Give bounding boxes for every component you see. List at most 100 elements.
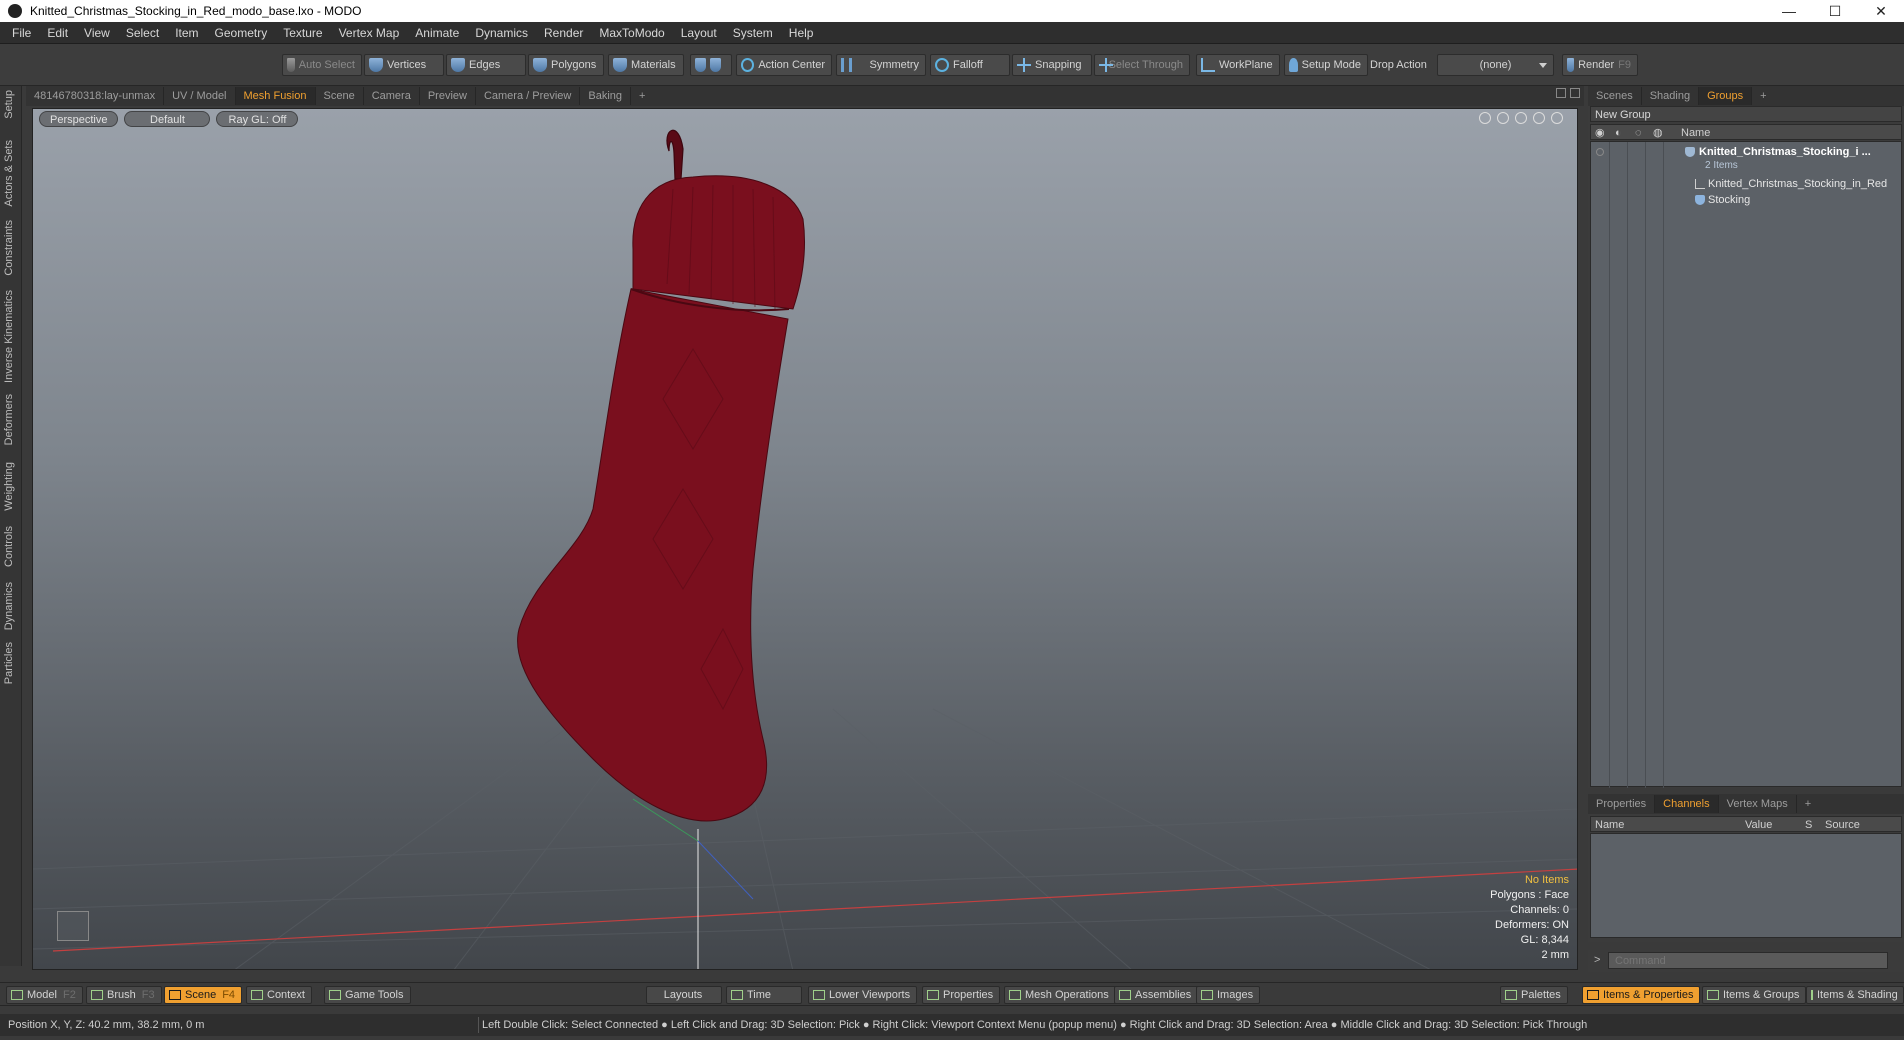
tab-uv-model[interactable]: UV / Model [164,87,236,105]
tab-baking[interactable]: Baking [580,87,632,105]
menu-file[interactable]: File [4,22,39,44]
menu-item[interactable]: Item [167,22,206,44]
lock-column-icon[interactable]: ◌ [1635,125,1642,141]
palettes-button[interactable]: Palettes [1500,986,1568,1004]
edges-button[interactable]: Edges [446,54,526,76]
setup-mode-button[interactable]: Setup Mode [1284,54,1368,76]
model-layout-button[interactable]: Model F2 [6,986,83,1004]
channel-s-header[interactable]: S [1805,817,1812,833]
tab-setup[interactable]: Setup [3,90,15,119]
menu-help[interactable]: Help [781,22,822,44]
rotate-icon[interactable] [1497,112,1509,124]
tree-item-mesh[interactable]: Stocking [1591,192,1903,208]
selection-sets-button[interactable] [690,54,732,76]
menu-maxtomodo[interactable]: MaxToModo [591,22,672,44]
game-tools-layout-button[interactable]: Game Tools [324,986,411,1004]
channel-name-header[interactable]: Name [1595,817,1624,833]
menu-view[interactable]: View [76,22,118,44]
shading-selector[interactable]: Default [124,111,211,127]
fit-icon[interactable] [1533,112,1545,124]
auto-select-button[interactable]: Auto Select [282,54,362,76]
menu-layout[interactable]: Layout [673,22,725,44]
tab-deformers[interactable]: Deformers [3,394,15,445]
time-button[interactable]: Time [726,986,802,1004]
tab-dynamics[interactable]: Dynamics [3,582,15,630]
name-column-header[interactable]: Name [1681,125,1710,141]
tab-particles[interactable]: Particles [3,642,15,684]
eye-column-icon[interactable]: ◉ [1595,125,1605,141]
menu-animate[interactable]: Animate [407,22,467,44]
tab-inverse-kinematics[interactable]: Inverse Kinematics [3,290,15,383]
falloff-button[interactable]: Falloff [930,54,1010,76]
menu-texture[interactable]: Texture [275,22,330,44]
pan-icon[interactable] [1479,112,1491,124]
select-column-icon[interactable]: ◍ [1653,125,1663,141]
symmetry-button[interactable]: Symmetry [836,54,926,76]
tab-camera-preview[interactable]: Camera / Preview [476,87,581,105]
render-button[interactable]: Render F9 [1562,54,1638,76]
channel-value-header[interactable]: Value [1745,817,1772,833]
menu-render[interactable]: Render [536,22,591,44]
tab-vertex-maps[interactable]: Vertex Maps [1719,795,1797,813]
tab-actors-sets[interactable]: Actors & Sets [3,140,15,207]
menu-edit[interactable]: Edit [39,22,76,44]
command-input[interactable] [1608,952,1888,969]
menu-geometry[interactable]: Geometry [207,22,276,44]
close-button[interactable]: ✕ [1858,0,1904,22]
snapping-button[interactable]: Snapping [1012,54,1092,76]
render-column-icon[interactable]: ◐ [1615,125,1622,141]
menu-dynamics[interactable]: Dynamics [467,22,536,44]
raygl-toggle[interactable]: Ray GL: Off [216,111,299,127]
tab-channels[interactable]: Channels [1655,795,1719,813]
viewport-settings-icon[interactable] [1570,88,1580,98]
scene-layout-button[interactable]: Scene F4 [164,986,243,1004]
drop-action-select[interactable]: (none) [1437,54,1554,76]
properties-button[interactable]: Properties [922,986,1001,1004]
tab-properties[interactable]: Properties [1588,795,1656,813]
menu-system[interactable]: System [725,22,781,44]
action-center-button[interactable]: Action Center [736,54,832,76]
tab-preview[interactable]: Preview [420,87,476,105]
channel-source-header[interactable]: Source [1825,817,1860,833]
assemblies-button[interactable]: Assemblies [1114,986,1199,1004]
select-through-button[interactable]: Select Through [1094,54,1190,76]
command-history-icon[interactable]: > [1594,954,1600,966]
mesh-operations-button[interactable]: Mesh Operations [1004,986,1116,1004]
stocking-mesh[interactable] [517,129,805,822]
maximize-button[interactable]: ☐ [1812,0,1858,22]
items-properties-button[interactable]: Items & Properties [1582,986,1701,1004]
context-layout-button[interactable]: Context [246,986,312,1004]
new-group-button[interactable]: New Group [1590,106,1902,122]
tab-groups[interactable]: Groups [1699,87,1753,105]
layouts-button[interactable]: Layouts [646,986,722,1004]
vertices-button[interactable]: Vertices [364,54,444,76]
tab-controls[interactable]: Controls [3,526,15,567]
tab-constraints[interactable]: Constraints [3,220,15,276]
tab-scene[interactable]: Scene [316,87,364,105]
visibility-icon[interactable] [1596,148,1604,156]
tab-lay-unmax[interactable]: 48146780318:lay-unmax [26,87,165,105]
view-mode-selector[interactable]: Perspective [39,111,119,127]
zoom-icon[interactable] [1515,112,1527,124]
items-shading-button[interactable]: Items & Shading [1806,986,1904,1004]
minimize-button[interactable]: — [1766,0,1812,22]
lower-viewports-button[interactable]: Lower Viewports [808,986,918,1004]
tab-mesh-fusion[interactable]: Mesh Fusion [235,87,316,105]
viewport-options-icon[interactable] [1551,112,1563,124]
add-tab-button[interactable]: + [631,87,653,105]
tab-scenes[interactable]: Scenes [1588,87,1642,105]
workplane-button[interactable]: WorkPlane [1196,54,1280,76]
menu-vertex-map[interactable]: Vertex Map [331,22,408,44]
tab-weighting[interactable]: Weighting [3,462,15,511]
tab-shading[interactable]: Shading [1642,87,1700,105]
tree-item-locator[interactable]: Knitted_Christmas_Stocking_in_Red [1591,176,1903,192]
menu-select[interactable]: Select [118,22,167,44]
maximize-viewport-icon[interactable] [1556,88,1566,98]
add-right-tab-button[interactable]: + [1752,87,1774,105]
images-button[interactable]: Images [1196,986,1261,1004]
add-channel-tab-button[interactable]: + [1797,795,1819,813]
brush-layout-button[interactable]: Brush F3 [86,986,162,1004]
polygons-button[interactable]: Polygons [528,54,604,76]
materials-button[interactable]: Materials [608,54,684,76]
items-groups-button[interactable]: Items & Groups [1702,986,1807,1004]
